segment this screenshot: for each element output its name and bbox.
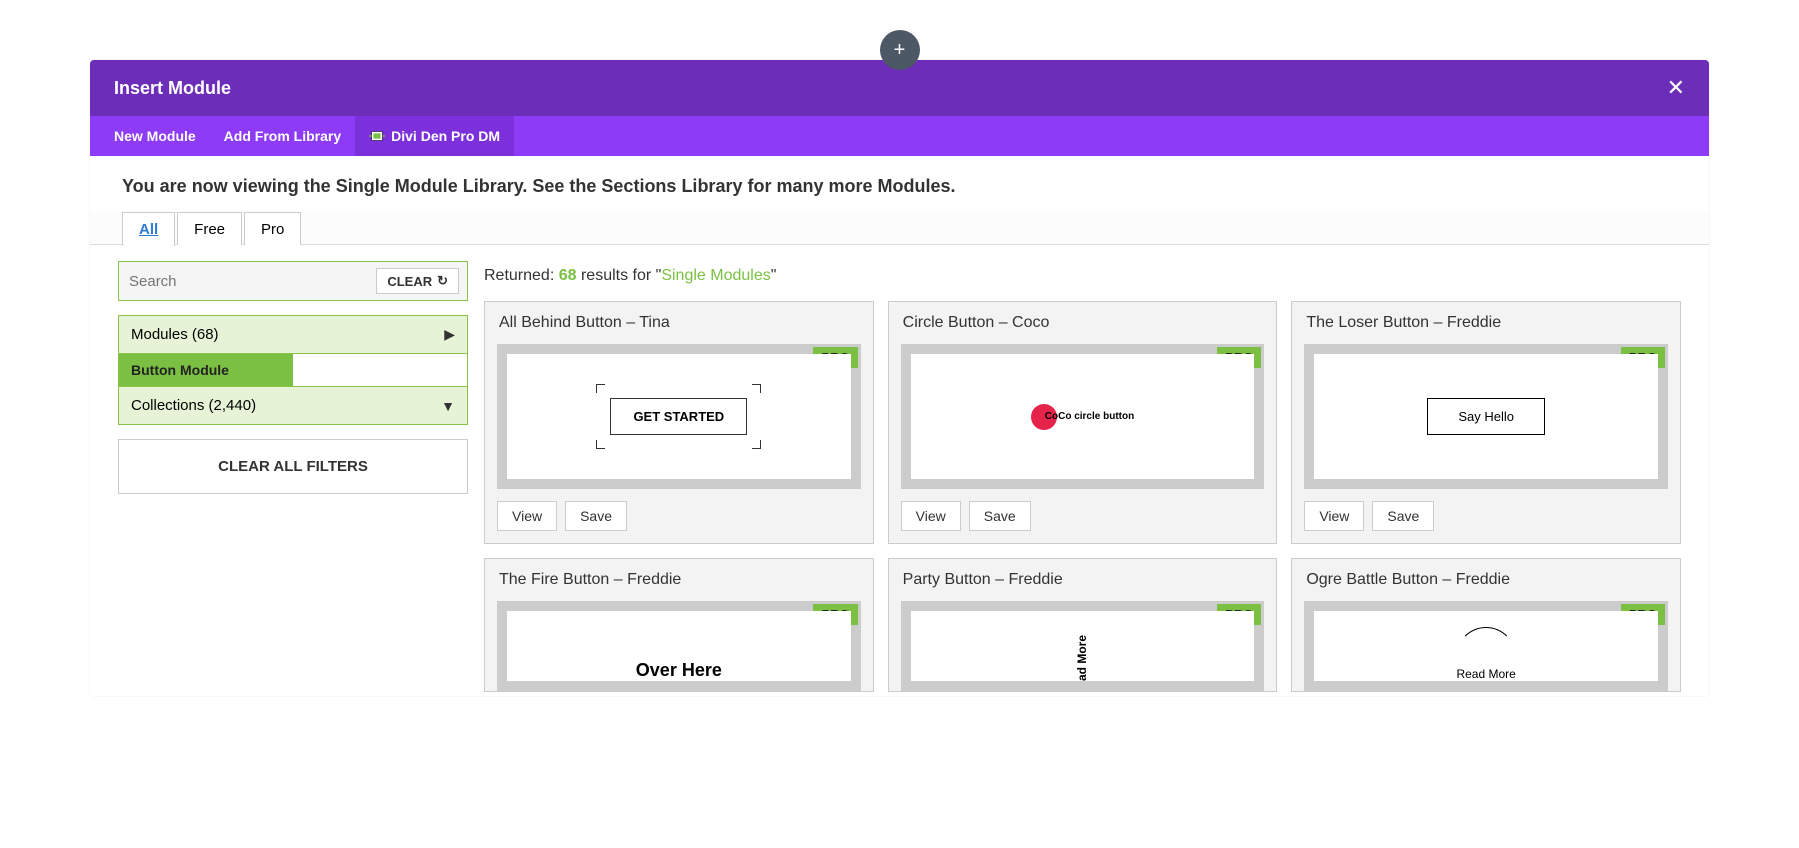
tab-label: Divi Den Pro DM — [391, 128, 500, 144]
card-preview: PRO CoCo circle button — [901, 344, 1265, 489]
refresh-icon: ↻ — [437, 273, 448, 289]
search-input[interactable] — [129, 273, 376, 290]
filter-tab-label: All — [139, 221, 158, 238]
filter-tab-label: Free — [194, 221, 225, 238]
results-area: Returned: 68 results for "Single Modules… — [484, 261, 1681, 692]
caret-right-icon: ▶ — [444, 326, 455, 343]
preview-button: GET STARTED — [610, 398, 747, 435]
accordion-label: Modules (68) — [131, 326, 219, 343]
preview-button: ad More — [1075, 635, 1089, 681]
caret-down-icon: ▼ — [441, 398, 455, 414]
accordion-label: Collections (2,440) — [131, 397, 256, 414]
modal-tabs: New Module Add From Library Divi Den Pro… — [90, 116, 1709, 156]
close-icon[interactable]: ✕ — [1667, 77, 1685, 99]
card-preview: PRO Say Hello — [1304, 344, 1668, 489]
cards-grid: All Behind Button – Tina PRO GET STARTED — [484, 301, 1681, 692]
accordion-modules[interactable]: Modules (68) ▶ — [118, 315, 468, 354]
card-preview: PRO Over Here — [497, 601, 861, 691]
modal-title: Insert Module — [114, 78, 231, 99]
card-title: Circle Button – Coco — [889, 302, 1277, 344]
accordion-collections[interactable]: Collections (2,440) ▼ — [118, 386, 468, 425]
card-title: The Loser Button – Freddie — [1292, 302, 1680, 344]
card-preview: PRO ad More — [901, 601, 1265, 691]
preview-button: CoCo circle button — [1031, 404, 1134, 430]
search-row: CLEAR ↻ — [118, 261, 468, 301]
filter-button-module[interactable]: Button Module — [119, 354, 293, 386]
preview-button: Say Hello — [1427, 398, 1545, 435]
accordion-subitem-wrap: Button Module — [118, 354, 468, 386]
tab-divi-den-pro[interactable]: Divi Den Pro DM — [355, 116, 514, 156]
filter-tab-pro[interactable]: Pro — [244, 212, 301, 246]
save-button[interactable]: Save — [1372, 501, 1434, 531]
filter-tabs: All Free Pro — [90, 211, 1709, 245]
tab-add-from-library[interactable]: Add From Library — [210, 116, 355, 156]
card-title: Party Button – Freddie — [889, 559, 1277, 601]
preview-button: Read More — [1456, 647, 1515, 681]
tab-label: Add From Library — [224, 128, 341, 144]
filter-tab-all[interactable]: All — [122, 212, 175, 246]
card-preview: PRO GET STARTED — [497, 344, 861, 489]
add-section-button[interactable]: + — [880, 30, 920, 70]
info-text: You are now viewing the Single Module Li… — [90, 156, 1709, 211]
clear-search-button[interactable]: CLEAR ↻ — [376, 268, 459, 294]
insert-module-modal: Insert Module ✕ New Module Add From Libr… — [90, 60, 1709, 696]
view-button[interactable]: View — [901, 501, 961, 531]
save-button[interactable]: Save — [565, 501, 627, 531]
preview-button: Over Here — [636, 660, 722, 681]
filter-tab-label: Pro — [261, 221, 284, 238]
module-card: Circle Button – Coco PRO CoCo circle but… — [888, 301, 1278, 544]
filter-sidebar: CLEAR ↻ Modules (68) ▶ Button Module — [118, 261, 468, 494]
card-preview: PRO Read More — [1304, 601, 1668, 691]
tab-new-module[interactable]: New Module — [100, 116, 210, 156]
clear-label: CLEAR — [387, 274, 432, 289]
module-card: Ogre Battle Button – Freddie PRO Read Mo… — [1291, 558, 1681, 692]
view-button[interactable]: View — [497, 501, 557, 531]
clear-all-filters-button[interactable]: CLEAR ALL FILTERS — [118, 439, 468, 494]
filter-tab-free[interactable]: Free — [177, 212, 242, 246]
view-button[interactable]: View — [1304, 501, 1364, 531]
content-scroll-area[interactable]: You are now viewing the Single Module Li… — [90, 156, 1709, 696]
card-title: All Behind Button – Tina — [485, 302, 873, 344]
divi-den-icon — [369, 130, 385, 142]
module-card: The Fire Button – Freddie PRO Over Here … — [484, 558, 874, 692]
tab-label: New Module — [114, 128, 196, 144]
module-card: Party Button – Freddie PRO ad More View … — [888, 558, 1278, 692]
results-header: Returned: 68 results for "Single Modules… — [484, 261, 1681, 285]
save-button[interactable]: Save — [969, 501, 1031, 531]
card-title: Ogre Battle Button – Freddie — [1292, 559, 1680, 601]
card-title: The Fire Button – Freddie — [485, 559, 873, 601]
module-card: All Behind Button – Tina PRO GET STARTED — [484, 301, 874, 544]
module-card: The Loser Button – Freddie PRO Say Hello… — [1291, 301, 1681, 544]
